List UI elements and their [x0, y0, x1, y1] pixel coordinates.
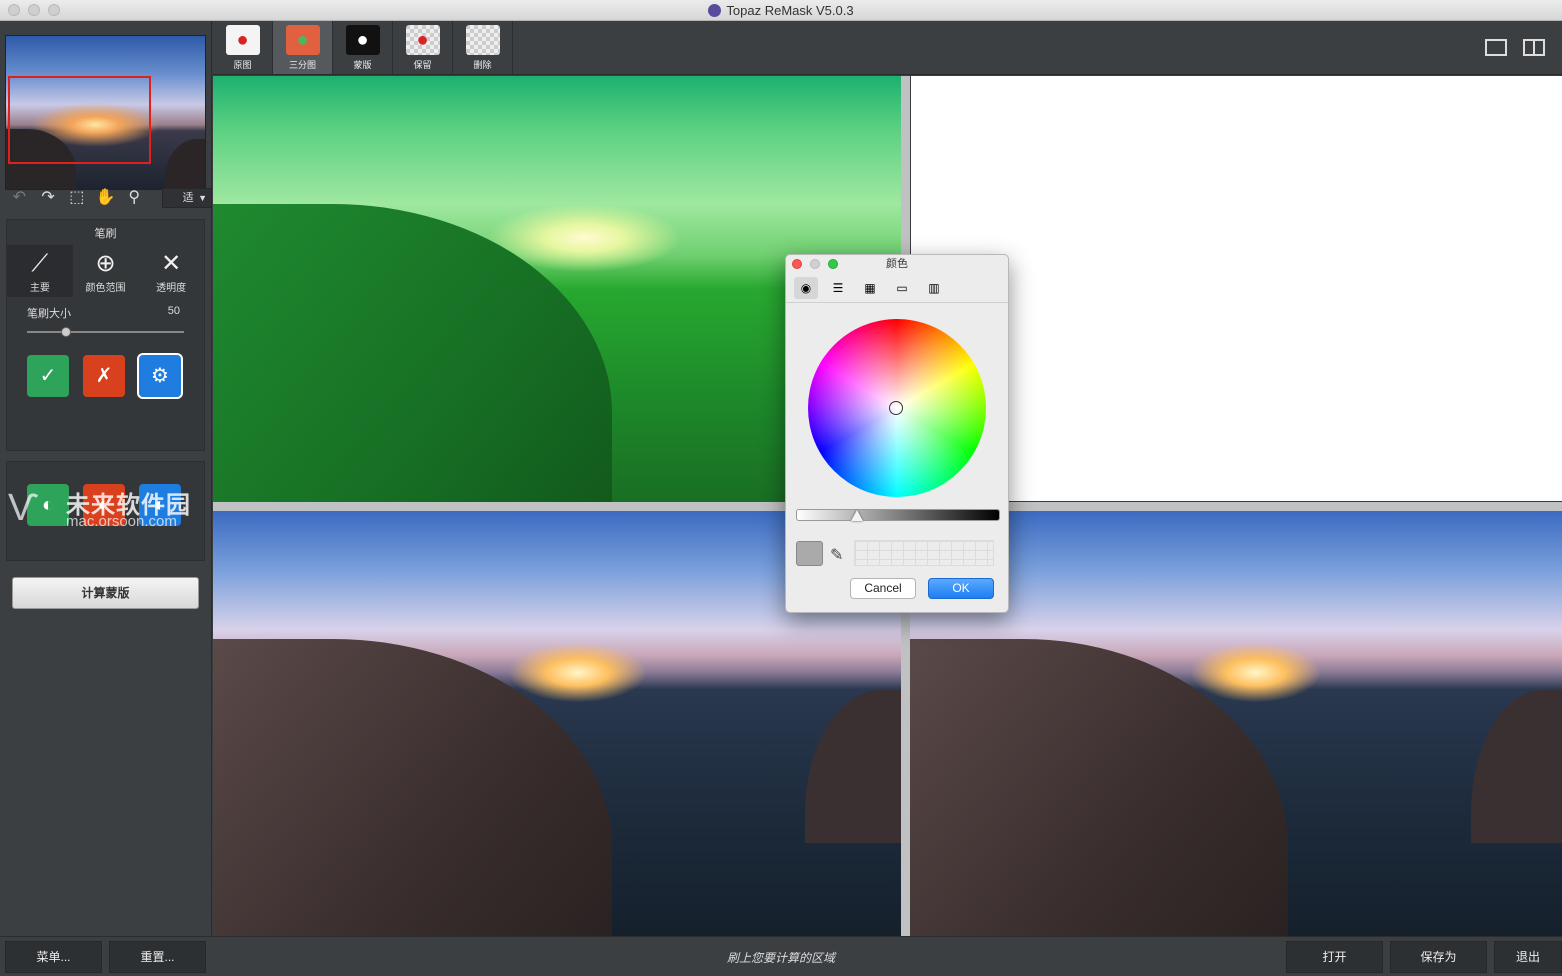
color-range-brush-icon: ⊕ — [95, 250, 116, 277]
open-button[interactable]: 打开 — [1286, 941, 1383, 973]
tri-map-icon: ● — [285, 25, 320, 55]
delete-icon — [465, 25, 500, 55]
slider-track — [27, 331, 184, 333]
image-palettes-mode-icon[interactable]: ▭ — [890, 277, 914, 299]
nav-toolbar: ↶ ↷ ⬚ ✋ ⚲ 适 ▼ — [0, 184, 212, 212]
eyedropper-icon[interactable]: ✎ — [830, 545, 843, 565]
chevron-down-icon: ▼ — [198, 193, 207, 203]
color-palettes-mode-icon[interactable]: ▦ — [858, 277, 882, 299]
keep-brush-button[interactable]: ✓ — [27, 355, 69, 397]
single-view-icon[interactable] — [1485, 39, 1507, 56]
hand-pan-icon[interactable]: ✋ — [94, 186, 117, 210]
saved-colors-grid[interactable] — [854, 540, 994, 566]
brush-mode-label: 透明度 — [156, 283, 187, 294]
brush-mode-color-range[interactable]: ⊕ 颜色范围 — [73, 245, 139, 297]
tab-mask[interactable]: ● 蒙版 — [333, 21, 393, 74]
zoom-select[interactable]: 适 ▼ — [161, 188, 212, 208]
wheel-crosshair-icon[interactable] — [889, 401, 903, 415]
topaz-logo-icon — [708, 4, 722, 17]
rock-shape — [213, 203, 613, 502]
zoom-dialog-button[interactable] — [828, 259, 838, 269]
minimize-dialog-button — [810, 259, 820, 269]
window-title: Topaz ReMask V5.0.3 — [0, 3, 1562, 18]
rock-shape — [213, 638, 613, 936]
rock-shape — [910, 638, 1289, 936]
brush-panel-title: 笔刷 — [94, 228, 117, 240]
tab-label: 删除 — [473, 60, 492, 70]
compute-brush-button[interactable]: ⚙ — [137, 353, 183, 399]
color-sliders-mode-icon[interactable]: ☰ — [826, 277, 850, 299]
brush-mode-main[interactable]: ⟋ 主要 — [7, 245, 73, 297]
tab-tri-map[interactable]: ● 三分图 — [273, 21, 333, 74]
ok-button[interactable]: OK — [928, 578, 994, 599]
crayons-mode-icon[interactable]: ▥ — [922, 277, 946, 299]
left-sidebar: ↶ ↷ ⬚ ✋ ⚲ 适 ▼ 笔刷 ⟋ 主要 ⊕ 颜色范围 ✕ 透明度 笔刷大小 5… — [0, 21, 212, 936]
brush-mode-label: 颜色范围 — [85, 283, 126, 294]
brush-size-row: 笔刷大小 50 — [7, 303, 204, 323]
watermark: Ѵ 未来软件园 mac.orsoon.com — [8, 481, 218, 531]
tab-label: 原图 — [233, 60, 252, 70]
tab-original[interactable]: ● 原图 — [213, 21, 273, 74]
brush-panel: 笔刷 ⟋ 主要 ⊕ 颜色范围 ✕ 透明度 笔刷大小 50 ✓ ✗ ⚙ — [6, 219, 205, 451]
marquee-select-icon[interactable]: ⬚ — [65, 186, 88, 210]
tab-label: 蒙版 — [353, 60, 372, 70]
color-wheel-mode-icon[interactable]: ◉ — [794, 276, 818, 299]
close-dialog-button[interactable] — [792, 259, 802, 269]
thumbnail-rock-right — [165, 139, 205, 189]
bottom-bar: 菜单... 重置... 刷上您要计算的区域 打开 保存为 退出 — [0, 936, 1562, 976]
apple-icon: ● — [225, 25, 260, 55]
brightness-slider[interactable] — [796, 509, 1000, 521]
split-view-icon[interactable] — [1523, 39, 1545, 56]
exit-button[interactable]: 退出 — [1494, 941, 1562, 973]
drop-brush-button[interactable]: ✗ — [83, 355, 125, 397]
mask-icon: ● — [345, 25, 380, 55]
brightness-knob[interactable] — [851, 510, 863, 521]
color-picker-titlebar: 颜色 — [786, 255, 1008, 273]
compute-mask-button[interactable]: 计算蒙版 — [12, 577, 199, 609]
rock-shape-right — [804, 689, 901, 843]
brush-size-value: 50 — [167, 305, 180, 317]
save-as-button[interactable]: 保存为 — [1390, 941, 1487, 973]
brush-size-label: 笔刷大小 — [27, 308, 71, 320]
viewport-selection-rect[interactable] — [8, 76, 151, 164]
watermark-logo-icon: Ѵ — [8, 487, 39, 529]
undo-icon[interactable]: ↶ — [8, 186, 31, 210]
opacity-brush-icon: ✕ — [161, 250, 182, 277]
view-toolbar: ● 原图 ● 三分图 ● 蒙版 ● 保留 删除 — [213, 21, 1562, 75]
zoom-magnifier-icon[interactable]: ⚲ — [123, 186, 146, 210]
brush-size-slider[interactable] — [7, 325, 204, 339]
tab-delete[interactable]: 删除 — [453, 21, 513, 74]
brush-mode-label: 主要 — [29, 283, 50, 294]
title-bar: Topaz ReMask V5.0.3 — [0, 0, 1562, 21]
color-picker-dialog: 颜色 ◉ ☰ ▦ ▭ ▥ ✎ Cancel OK — [785, 254, 1009, 613]
watermark-url-text: mac.orsoon.com — [66, 513, 177, 530]
brush-mode-group: ⟋ 主要 ⊕ 颜色范围 ✕ 透明度 — [7, 245, 204, 297]
color-picker-title: 颜色 — [886, 258, 908, 270]
brush-mode-opacity[interactable]: ✕ 透明度 — [138, 245, 204, 297]
slider-knob[interactable] — [61, 327, 71, 337]
brush-icon: ⟋ — [31, 250, 49, 277]
navigator-thumbnail[interactable] — [5, 35, 206, 190]
cancel-button[interactable]: Cancel — [850, 578, 916, 599]
color-picker-mode-bar: ◉ ☰ ▦ ▭ ▥ — [786, 273, 1008, 303]
tab-label: 三分图 — [288, 60, 316, 70]
tab-keep[interactable]: ● 保留 — [393, 21, 453, 74]
tab-label: 保留 — [413, 60, 432, 70]
redo-icon[interactable]: ↷ — [37, 186, 60, 210]
brush-type-buttons: ✓ ✗ ⚙ — [7, 353, 204, 399]
current-color-swatch[interactable] — [796, 541, 823, 566]
rock-shape-right — [1470, 689, 1562, 843]
keep-icon: ● — [405, 25, 440, 55]
